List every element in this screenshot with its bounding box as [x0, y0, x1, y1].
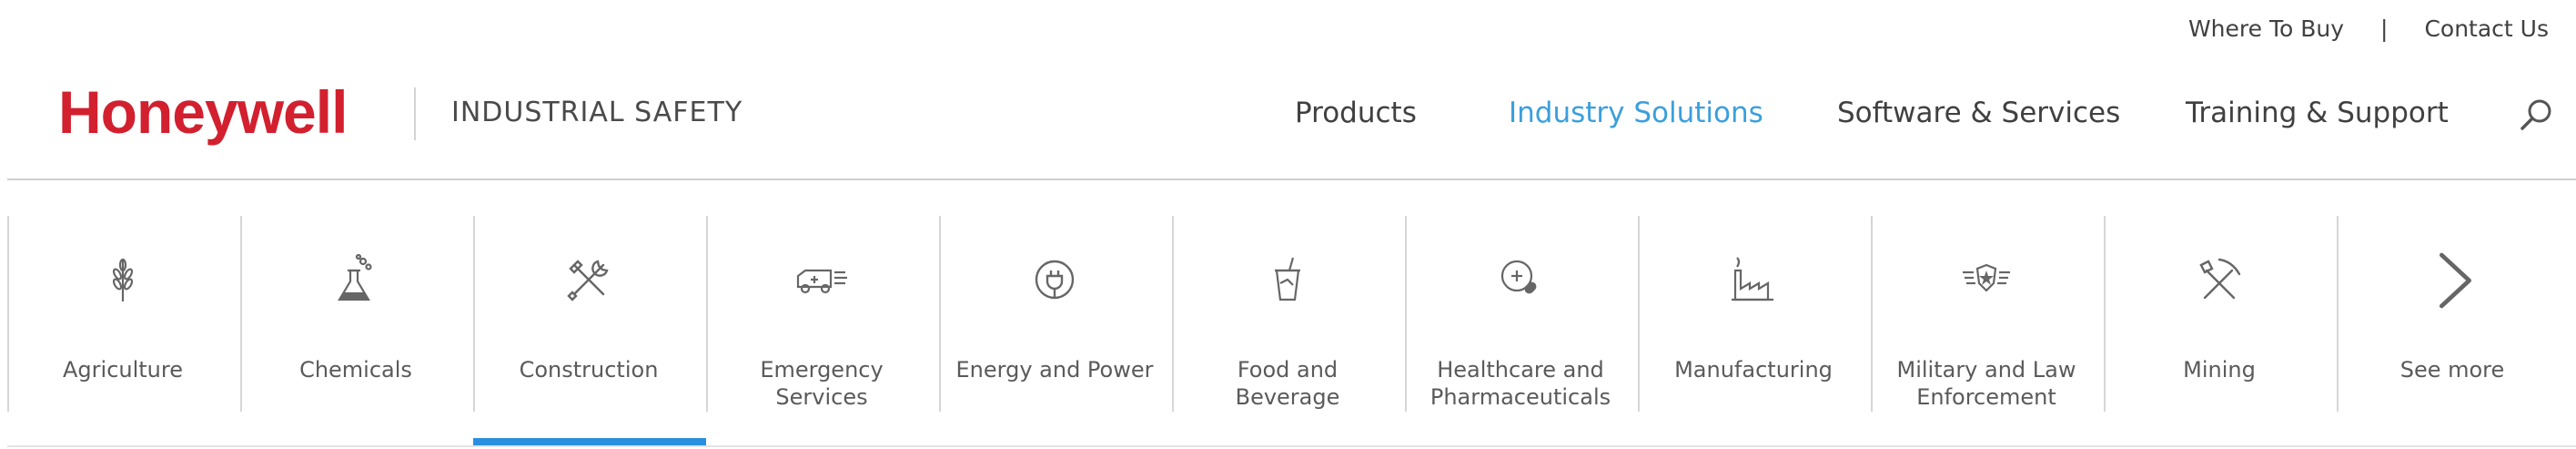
tools-icon: [567, 260, 609, 301]
industry-tile-see-more[interactable]: See more: [2337, 216, 2568, 412]
header-rule: [7, 179, 2576, 180]
industry-tile-emergency-services[interactable]: Emergency Services: [706, 216, 937, 412]
division-title[interactable]: INDUSTRIAL SAFETY: [451, 95, 742, 131]
power-plug-icon: [1035, 260, 1075, 300]
industry-tile-agriculture[interactable]: Agriculture: [7, 216, 238, 412]
search-icon[interactable]: [2519, 97, 2555, 133]
industry-tile-military-law[interactable]: Military and Law Enforcement: [1871, 216, 2102, 412]
utility-bar: Where To Buy | Contact Us: [2188, 11, 2549, 46]
where-to-buy-link[interactable]: Where To Buy: [2188, 15, 2344, 42]
industry-label: Chemicals: [299, 357, 412, 383]
industry-label: Energy and Power: [955, 357, 1154, 383]
main-header: Honeywell INDUSTRIAL SAFETY Products Ind…: [0, 64, 2576, 164]
pickaxe-icon: [2199, 258, 2241, 300]
carousel-bottom-rule: [7, 445, 2576, 447]
industry-label: Construction: [519, 357, 659, 383]
industry-tile-healthcare[interactable]: Healthcare and Pharmaceuticals: [1405, 216, 1636, 412]
medical-icon: [1500, 260, 1537, 294]
industry-tile-food-beverage[interactable]: Food and Beverage: [1172, 216, 1403, 412]
contact-us-link[interactable]: Contact Us: [2424, 15, 2549, 42]
nav-software-services[interactable]: Software & Services: [1837, 95, 2120, 131]
industry-tile-construction[interactable]: Construction: [473, 216, 706, 447]
industry-label: Agriculture: [63, 357, 183, 383]
wheat-icon: [112, 258, 134, 301]
ambulance-icon: [796, 269, 847, 294]
brand-divider: [414, 87, 416, 140]
industry-label: Military and Law Enforcement: [1896, 357, 2076, 410]
industry-label: See more: [2399, 357, 2505, 383]
industry-label: Manufacturing: [1674, 357, 1833, 383]
nav-products[interactable]: Products: [1295, 95, 1417, 131]
badge-icon: [1963, 263, 2010, 292]
industry-tile-chemicals[interactable]: Chemicals: [240, 216, 471, 412]
factory-icon: [1732, 257, 1773, 301]
industry-tile-energy-power[interactable]: Energy and Power: [939, 216, 1170, 412]
industry-label: Food and Beverage: [1235, 357, 1340, 410]
industry-tile-manufacturing[interactable]: Manufacturing: [1638, 216, 1869, 412]
nav-industry-solutions[interactable]: Industry Solutions: [1509, 95, 1763, 131]
honeywell-logo[interactable]: Honeywell: [58, 80, 348, 144]
drink-cup-icon: [1275, 257, 1300, 301]
utility-separator: |: [2380, 15, 2389, 42]
industry-tile-mining[interactable]: Mining: [2104, 216, 2335, 412]
nav-training-support[interactable]: Training & Support: [2186, 95, 2449, 131]
industry-label: Emergency Services: [760, 357, 884, 410]
flask-icon: [338, 253, 372, 301]
industry-label: Mining: [2183, 357, 2256, 383]
industry-carousel: Agriculture Chemicals Construction Emerg…: [7, 216, 2576, 449]
chevron-right-icon: [2440, 252, 2471, 309]
industry-label: Healthcare and Pharmaceuticals: [1429, 357, 1611, 410]
